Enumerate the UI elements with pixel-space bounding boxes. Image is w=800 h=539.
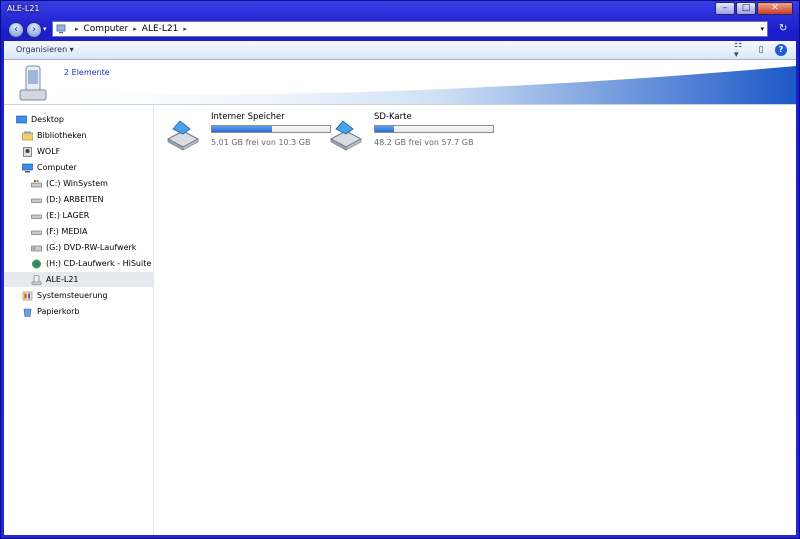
drive-tile-internal[interactable]: Interner Speicher 5.01 GB frei von 10.3 … — [166, 111, 346, 151]
desktop-icon — [16, 115, 27, 123]
navigation-bar: ‹ › ▾ ▸ Computer ▸ ALE-L21 ▸ ▾ ↻ — [1, 19, 799, 41]
nav-item-desktop[interactable]: Desktop — [4, 112, 165, 127]
organize-menu-button[interactable]: Organisieren ▾ — [16, 45, 74, 54]
nav-item-label: ALE-L21 — [46, 275, 79, 284]
nav-item-label: Computer — [37, 163, 77, 172]
capacity-bar-fill — [375, 126, 394, 132]
user-icon — [23, 146, 32, 157]
capacity-bar — [211, 125, 331, 133]
computer-icon — [22, 163, 33, 172]
phone-device-icon — [19, 65, 47, 101]
capacity-bar — [374, 125, 494, 133]
maximize-button[interactable]: □ — [736, 2, 756, 15]
minimize-button[interactable]: – — [715, 2, 735, 15]
nav-item-label: Papierkorb — [37, 307, 80, 316]
breadcrumb-device[interactable]: ALE-L21 — [142, 24, 179, 34]
drive-icon — [31, 214, 42, 219]
nav-item-label: Desktop — [31, 115, 64, 124]
address-bar[interactable]: ▸ Computer ▸ ALE-L21 ▸ ▾ — [52, 21, 768, 37]
breadcrumb-separator[interactable]: ▸ — [133, 25, 137, 33]
computer-icon — [56, 24, 66, 34]
window-title: ALE-L21 — [7, 4, 40, 13]
drive-name: Interner Speicher — [211, 112, 285, 122]
help-button[interactable]: ? — [774, 43, 788, 57]
header-swoosh-decoration — [4, 66, 796, 104]
command-bar: Organisieren ▾ ☷ ▾ ▯ ? — [4, 40, 796, 60]
libraries-icon — [22, 131, 33, 140]
breadcrumb-separator[interactable]: ▸ — [75, 25, 79, 33]
drive-tile-sd-card[interactable]: SD-Karte 48.2 GB frei von 57.7 GB — [329, 111, 509, 151]
drive-icon — [31, 230, 42, 235]
hisuite-cd-icon — [32, 259, 41, 268]
nav-item-computer[interactable]: Computer — [4, 160, 171, 175]
nav-item-label: WOLF — [37, 147, 61, 156]
nav-item-label: (H:) CD-Laufwerk - HiSuite — [46, 259, 152, 268]
details-header: 2 Elemente — [4, 60, 796, 105]
forward-button[interactable]: › — [26, 22, 42, 38]
breadcrumb-separator[interactable]: ▸ — [183, 25, 187, 33]
recent-pages-dropdown[interactable]: ▾ — [43, 25, 47, 33]
breadcrumb-computer[interactable]: Computer — [84, 24, 129, 34]
navigation-pane: Desktop Bibliotheken WOLF Computer (C:) … — [4, 105, 180, 535]
preview-pane-button[interactable]: ▯ — [754, 43, 768, 57]
address-dropdown[interactable]: ▾ — [760, 25, 764, 33]
help-icon: ? — [775, 44, 787, 56]
nav-item-libraries[interactable]: Bibliotheken — [4, 128, 171, 143]
toolbar-right: ☷ ▾ ▯ ? — [728, 40, 788, 60]
title-bar[interactable]: ALE-L21 – □ ✕ — [1, 1, 799, 18]
close-button[interactable]: ✕ — [757, 2, 793, 15]
nav-item-label: Bibliotheken — [37, 131, 87, 140]
nav-item-label: (G:) DVD-RW-Laufwerk — [46, 243, 137, 252]
dvd-drive-icon — [31, 245, 42, 251]
drive-free-space: 48.2 GB frei von 57.7 GB — [374, 138, 474, 147]
nav-item-recycle-bin[interactable]: Papierkorb — [4, 304, 171, 319]
item-count: 2 Elemente — [64, 68, 110, 77]
storage-drive-icon — [166, 120, 200, 151]
nav-item-label: Systemsteuerung — [37, 291, 108, 300]
capacity-bar-fill — [212, 126, 273, 132]
drive-name: SD-Karte — [374, 112, 412, 122]
nav-item-label: (F:) MEDIA — [46, 227, 88, 236]
drive-free-space: 5.01 GB frei von 10.3 GB — [211, 138, 311, 147]
nav-item-label: (E:) LAGER — [46, 211, 90, 220]
control-panel-icon — [22, 291, 33, 300]
recycle-bin-icon — [23, 308, 32, 317]
nav-item-label: (D:) ARBEITEN — [46, 195, 104, 204]
back-button[interactable]: ‹ — [8, 22, 24, 38]
phone-icon — [31, 274, 42, 285]
change-view-button[interactable]: ☷ ▾ — [734, 40, 748, 60]
explorer-window: ALE-L21 – □ ✕ ‹ › ▾ ▸ Computer ▸ ALE-L21… — [0, 0, 800, 539]
storage-drive-icon — [329, 120, 363, 151]
refresh-button[interactable]: ↻ — [779, 23, 787, 34]
system-drive-icon — [31, 179, 42, 187]
nav-item-label: (C:) WinSystem — [46, 179, 108, 188]
content-area: Interner Speicher 5.01 GB frei von 10.3 … — [154, 105, 796, 535]
nav-item-control-panel[interactable]: Systemsteuerung — [4, 288, 171, 303]
nav-item-user[interactable]: WOLF — [4, 144, 171, 159]
drive-icon — [31, 198, 42, 203]
caption-buttons: – □ ✕ — [714, 2, 793, 15]
